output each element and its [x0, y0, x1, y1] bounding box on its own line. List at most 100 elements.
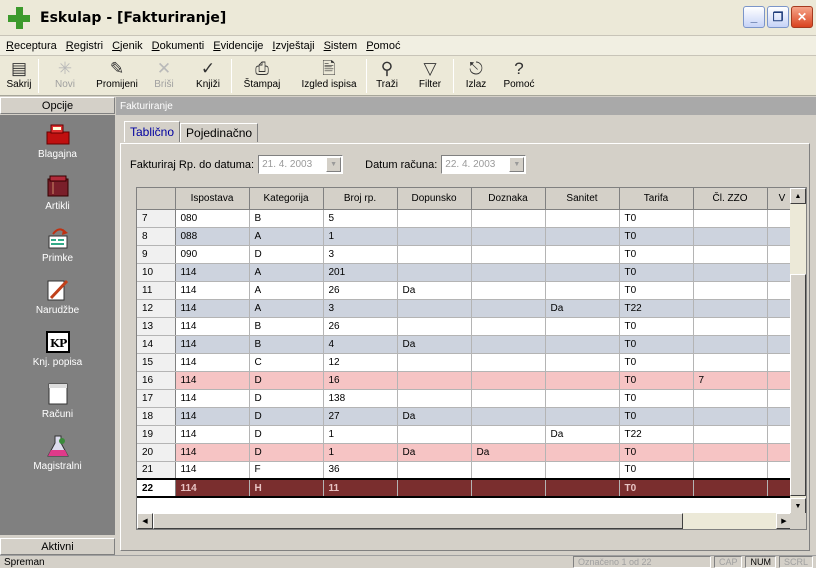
cell-ispostava[interactable]: 114	[175, 443, 250, 462]
cell-broj[interactable]: 11	[323, 478, 398, 498]
cell-doznaka[interactable]	[471, 299, 546, 318]
menu-registri[interactable]: Registri	[66, 40, 103, 52]
cell-zzo[interactable]	[693, 245, 768, 264]
cell-dopunsko[interactable]	[397, 263, 472, 282]
cell-ispostava[interactable]: 080	[175, 209, 250, 228]
cell-sanitet[interactable]	[545, 461, 620, 480]
table-row[interactable]: 13 114 B 26 T0	[137, 317, 798, 336]
cell-broj[interactable]: 201	[323, 263, 398, 282]
table-row[interactable]: 14 114 B 4 Da T0	[137, 335, 798, 354]
row-number-cell[interactable]: 20	[137, 443, 176, 462]
promijeni-button[interactable]: ✎ Promijeni	[91, 56, 143, 96]
table-row[interactable]: 9 090 D 3 T0	[137, 245, 798, 264]
cell-tarifa[interactable]: T0	[619, 245, 694, 264]
sidebar-item-primke[interactable]: Primke	[0, 219, 115, 271]
cell-zzo[interactable]	[693, 281, 768, 300]
table-row[interactable]: 15 114 C 12 T0	[137, 353, 798, 372]
sidebar-item-blagajna[interactable]: Blagajna	[0, 115, 115, 167]
filter-button[interactable]: ▽ Filter	[407, 56, 453, 96]
col-header-broj[interactable]: Broj rp.	[323, 188, 398, 210]
row-number-cell[interactable]: 8	[137, 227, 176, 246]
cell-kategorija[interactable]: A	[249, 263, 324, 282]
cell-ispostava[interactable]: 114	[175, 371, 250, 390]
cell-dopunsko[interactable]: Da	[397, 443, 472, 462]
cell-zzo[interactable]	[693, 209, 768, 228]
cell-zzo[interactable]	[693, 407, 768, 426]
row-number-cell[interactable]: 16	[137, 371, 176, 390]
row-number-cell[interactable]: 9	[137, 245, 176, 264]
cell-ispostava[interactable]: 090	[175, 245, 250, 264]
cell-dopunsko[interactable]: Da	[397, 281, 472, 300]
data-grid[interactable]: Ispostava Kategorija Broj rp. Dopunsko D…	[136, 187, 807, 530]
horizontal-scrollbar[interactable]: ◀ ▶	[137, 513, 792, 529]
cell-doznaka[interactable]	[471, 317, 546, 336]
cell-zzo[interactable]	[693, 353, 768, 372]
cell-dopunsko[interactable]	[397, 227, 472, 246]
izlaz-button[interactable]: ⎋ Izlaz	[454, 56, 498, 96]
cell-zzo[interactable]	[693, 389, 768, 408]
cell-sanitet[interactable]: Da	[545, 425, 620, 444]
cell-ispostava[interactable]: 114	[175, 299, 250, 318]
filter-date-combo[interactable]: 21. 4. 2003 ▼	[258, 155, 344, 174]
cell-tarifa[interactable]: T0	[619, 407, 694, 426]
cell-doznaka[interactable]	[471, 335, 546, 354]
cell-zzo[interactable]	[693, 443, 768, 462]
minimize-button[interactable]: _	[743, 6, 765, 28]
menu-dokumenti[interactable]: Dokumenti	[152, 40, 205, 52]
col-header-dopunsko[interactable]: Dopunsko	[397, 188, 472, 210]
cell-sanitet[interactable]	[545, 209, 620, 228]
table-row[interactable]: 22 114 H 11 T0	[137, 478, 798, 498]
menu-evidencije[interactable]: Evidencije	[213, 40, 263, 52]
cell-kategorija[interactable]: B	[249, 335, 324, 354]
col-header-kategorija[interactable]: Kategorija	[249, 188, 324, 210]
table-row[interactable]: 19 114 D 1 Da T22	[137, 425, 798, 444]
cell-doznaka[interactable]	[471, 353, 546, 372]
restore-button[interactable]: ❐	[767, 6, 789, 28]
cell-zzo[interactable]	[693, 425, 768, 444]
cell-zzo[interactable]: 7	[693, 371, 768, 390]
cell-zzo[interactable]	[693, 299, 768, 318]
vertical-scrollbar[interactable]: ▲ ▼	[790, 188, 806, 514]
cell-kategorija[interactable]: D	[249, 443, 324, 462]
cell-dopunsko[interactable]	[397, 389, 472, 408]
chevron-down-icon[interactable]: ▼	[509, 157, 525, 172]
cell-tarifa[interactable]: T0	[619, 335, 694, 354]
cell-dopunsko[interactable]	[397, 317, 472, 336]
sidebar-item-narudzbe[interactable]: Narudžbe	[0, 271, 115, 323]
cell-tarifa[interactable]: T0	[619, 443, 694, 462]
horizontal-scroll-thumb[interactable]	[153, 513, 683, 529]
cell-sanitet[interactable]	[545, 335, 620, 354]
cell-dopunsko[interactable]	[397, 478, 472, 498]
cell-broj[interactable]: 1	[323, 425, 398, 444]
tab-pojedinacno[interactable]: Pojedinačno	[180, 123, 259, 142]
cell-kategorija[interactable]: B	[249, 209, 324, 228]
menu-cjenik[interactable]: Cjenik	[112, 40, 143, 52]
cell-tarifa[interactable]: T0	[619, 317, 694, 336]
cell-dopunsko[interactable]: Da	[397, 335, 472, 354]
menu-sistem[interactable]: Sistem	[324, 40, 358, 52]
cell-sanitet[interactable]	[545, 389, 620, 408]
cell-dopunsko[interactable]	[397, 425, 472, 444]
cell-dopunsko[interactable]	[397, 353, 472, 372]
cell-dopunsko[interactable]	[397, 461, 472, 480]
cell-doznaka[interactable]	[471, 209, 546, 228]
col-header-ispostava[interactable]: Ispostava	[175, 188, 250, 210]
cell-tarifa[interactable]: T22	[619, 299, 694, 318]
cell-kategorija[interactable]: A	[249, 227, 324, 246]
cell-broj[interactable]: 4	[323, 335, 398, 354]
row-number-cell[interactable]: 21	[137, 461, 176, 480]
cell-broj[interactable]: 36	[323, 461, 398, 480]
col-header-sanitet[interactable]: Sanitet	[545, 188, 620, 210]
row-number-cell[interactable]: 17	[137, 389, 176, 408]
cell-sanitet[interactable]	[545, 245, 620, 264]
menu-receptura[interactable]: Receptura	[6, 40, 57, 52]
sidebar-item-racuni[interactable]: Računi	[0, 375, 115, 427]
cell-doznaka[interactable]	[471, 461, 546, 480]
cell-ispostava[interactable]: 114	[175, 317, 250, 336]
cell-kategorija[interactable]: D	[249, 389, 324, 408]
cell-ispostava[interactable]: 114	[175, 407, 250, 426]
cell-tarifa[interactable]: T0	[619, 263, 694, 282]
cell-tarifa[interactable]: T0	[619, 281, 694, 300]
cell-broj[interactable]: 3	[323, 245, 398, 264]
cell-ispostava[interactable]: 114	[175, 335, 250, 354]
